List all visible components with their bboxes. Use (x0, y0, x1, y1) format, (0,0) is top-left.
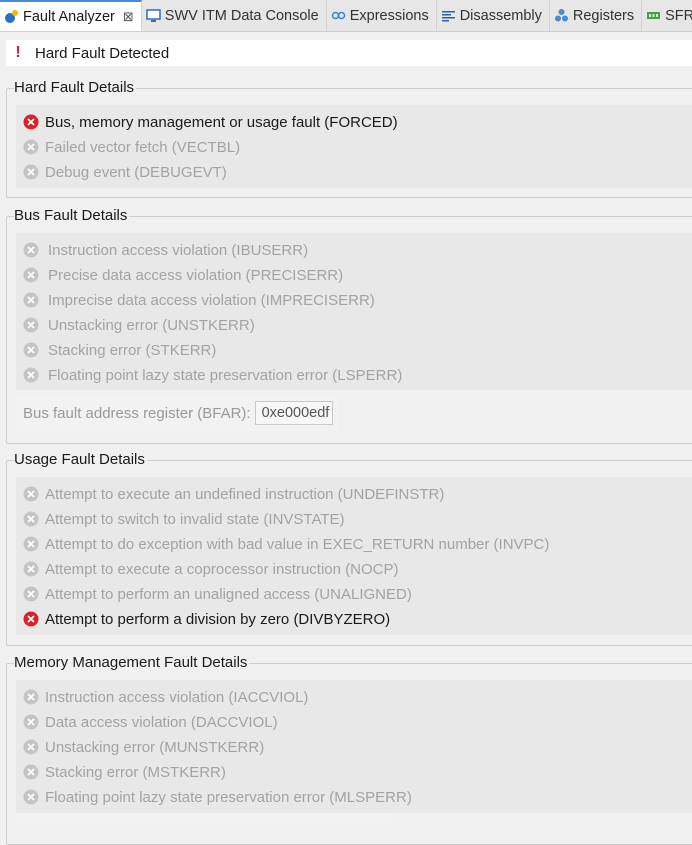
registers-icon (554, 8, 569, 23)
exclamation-icon: ! (15, 44, 21, 61)
bus-fault-details-title: Bus Fault Details (14, 207, 130, 225)
memory-management-fault-panel: Instruction access violation (IACCVIOL) … (16, 680, 692, 813)
error-icon-disabled (23, 714, 39, 730)
error-icon (23, 611, 39, 627)
error-icon (23, 114, 39, 130)
fault-item-invpc: Attempt to do exception with bad value i… (23, 533, 549, 555)
tab-label: SWV ITM Data Console (164, 7, 319, 24)
error-icon-disabled (23, 242, 39, 258)
fault-item-nocp: Attempt to execute a coprocessor instruc… (23, 558, 398, 580)
tab-label: Disassembly (459, 7, 542, 24)
fault-item-daccviol: Data access violation (DACCVIOL) (23, 711, 278, 733)
console-icon (146, 8, 161, 23)
tab-registers[interactable]: Registers (550, 0, 643, 31)
tab-swv-itm-data-console[interactable]: SWV ITM Data Console (142, 0, 327, 31)
bus-fault-panel: Instruction access violation (IBUSERR) P… (16, 233, 692, 390)
hard-fault-panel: Bus, memory management or usage fault (F… (16, 105, 692, 188)
tab-label: Expressions (349, 7, 429, 24)
error-icon-disabled (23, 139, 39, 155)
expressions-icon (331, 8, 346, 23)
mmfar-row (16, 815, 392, 825)
tab-label: Registers (572, 7, 635, 24)
error-icon-disabled (23, 586, 39, 602)
error-icon-disabled (23, 764, 39, 780)
tab-fault-analyzer[interactable]: Fault Analyzer ⊠ (0, 0, 142, 31)
error-icon-disabled (23, 342, 39, 358)
tab-label: Fault Analyzer (23, 8, 115, 25)
fault-item-stkerr: Stacking error (STKERR) (23, 339, 216, 361)
fault-item-unstkerr: Unstacking error (UNSTKERR) (23, 314, 255, 336)
fault-item-preciserr: Precise data access violation (PRECISERR… (23, 264, 343, 286)
hard-fault-details-title: Hard Fault Details (14, 79, 137, 97)
banner-text: Hard Fault Detected (35, 44, 170, 62)
sfrs-icon (646, 8, 661, 23)
error-icon-disabled (23, 739, 39, 755)
error-icon-disabled (23, 267, 39, 283)
tab-sfrs[interactable]: SFRs (642, 0, 692, 31)
tab-expressions[interactable]: Expressions (327, 0, 437, 31)
error-icon-disabled (23, 789, 39, 805)
error-icon-disabled (23, 561, 39, 577)
bfar-label: Bus fault address register (BFAR): (23, 404, 251, 422)
fault-item-forced: Bus, memory management or usage fault (F… (23, 111, 398, 133)
usage-fault-panel: Attempt to execute an undefined instruct… (16, 477, 692, 635)
close-icon[interactable]: ⊠ (123, 9, 134, 25)
fault-item-invstate: Attempt to switch to invalid state (INVS… (23, 508, 345, 530)
bfar-value-field[interactable]: 0xe000edf (254, 401, 333, 425)
tab-label: SFRs (665, 7, 692, 24)
error-icon-disabled (23, 164, 39, 180)
fault-item-munstkerr: Unstacking error (MUNSTKERR) (23, 736, 264, 758)
error-icon-disabled (23, 292, 39, 308)
error-icon-disabled (23, 367, 39, 383)
fault-item-debugevt: Debug event (DEBUGEVT) (23, 161, 227, 183)
bfar-row: Bus fault address register (BFAR): 0xe00… (16, 395, 338, 431)
fault-item-lsperr: Floating point lazy state preservation e… (23, 364, 402, 386)
fault-item-impreciserr: Imprecise data access violation (IMPRECI… (23, 289, 375, 311)
error-icon-disabled (23, 317, 39, 333)
fault-item-ibuserr: Instruction access violation (IBUSERR) (23, 239, 308, 261)
fault-item-divbyzero: Attempt to perform a division by zero (D… (23, 608, 390, 630)
error-icon-disabled (23, 511, 39, 527)
fault-item-iaccviol: Instruction access violation (IACCVIOL) (23, 686, 308, 708)
view-tab-bar: Fault Analyzer ⊠ SWV ITM Data Console Ex… (0, 0, 692, 32)
memory-management-fault-details-title: Memory Management Fault Details (14, 654, 250, 672)
fault-item-mlsperr: Floating point lazy state preservation e… (23, 786, 412, 808)
fault-item-vectbl: Failed vector fetch (VECTBL) (23, 136, 240, 158)
usage-fault-details-title: Usage Fault Details (14, 451, 147, 469)
tab-disassembly[interactable]: Disassembly (437, 0, 550, 31)
fault-item-unaligned: Attempt to perform an unaligned access (… (23, 583, 412, 605)
error-icon-disabled (23, 689, 39, 705)
fault-analyzer-icon (4, 9, 19, 24)
disassembly-icon (441, 8, 456, 23)
error-icon-disabled (23, 536, 39, 552)
error-icon-disabled (23, 486, 39, 502)
hard-fault-banner: ! Hard Fault Detected (6, 40, 692, 66)
fault-item-mstkerr: Stacking error (MSTKERR) (23, 761, 226, 783)
fault-item-undefinstr: Attempt to execute an undefined instruct… (23, 483, 444, 505)
